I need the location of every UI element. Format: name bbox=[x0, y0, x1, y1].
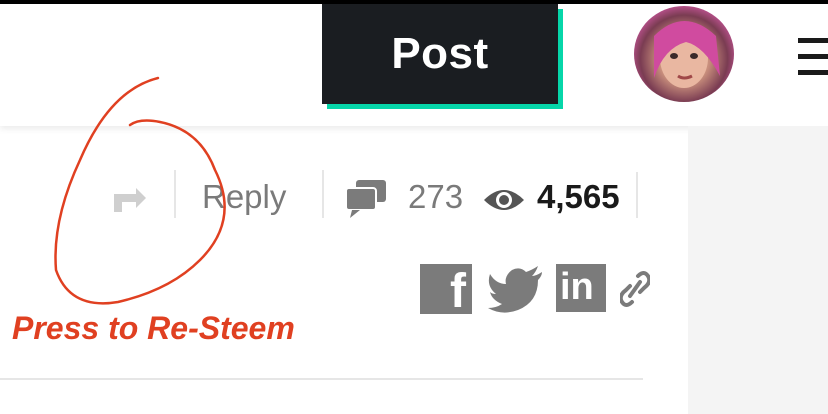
annotation-label: Press to Re-Steem bbox=[12, 310, 295, 346]
comments-count: 273 bbox=[408, 178, 464, 215]
post-button[interactable]: Post bbox=[322, 4, 558, 104]
divider bbox=[0, 378, 643, 380]
views-count: 4,565 bbox=[537, 178, 620, 215]
annotation-circle bbox=[54, 76, 226, 305]
link-icon[interactable] bbox=[620, 270, 650, 308]
comments-icon[interactable] bbox=[344, 178, 388, 218]
divider bbox=[322, 170, 324, 218]
divider bbox=[636, 172, 638, 218]
twitter-icon[interactable] bbox=[488, 264, 544, 314]
facebook-icon[interactable]: f bbox=[420, 264, 472, 316]
side-panel bbox=[688, 126, 828, 414]
menu-icon[interactable] bbox=[798, 34, 828, 82]
linkedin-icon[interactable]: in bbox=[556, 264, 606, 312]
avatar[interactable] bbox=[634, 6, 734, 102]
eye-icon bbox=[484, 190, 524, 210]
